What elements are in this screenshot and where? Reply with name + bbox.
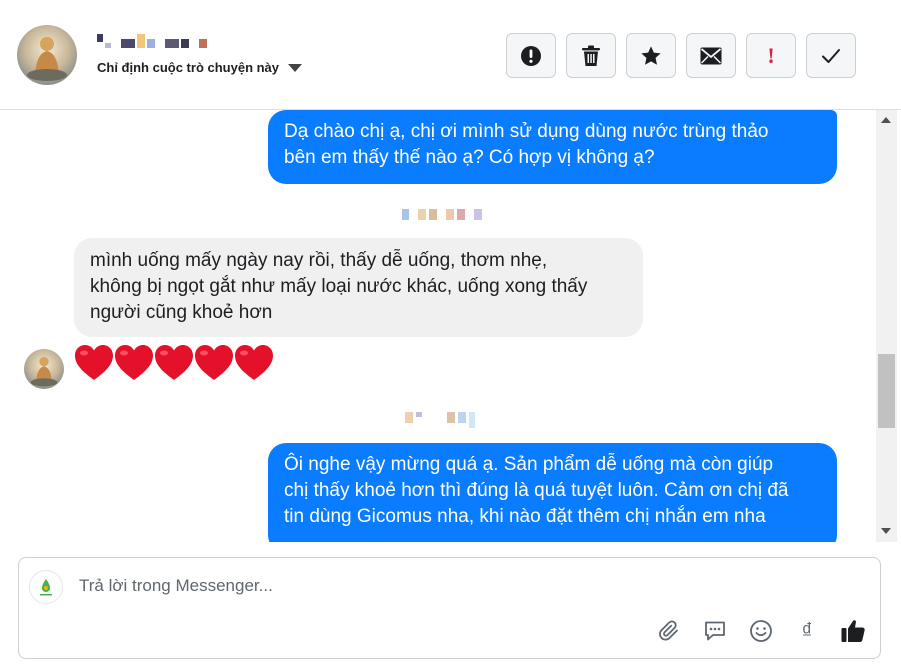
page-logo	[29, 570, 63, 604]
follow-up-button[interactable]: !	[746, 33, 796, 78]
message-line: Ôi nghe vậy mừng quá ạ. Sản phẩm dễ uống…	[284, 454, 774, 475]
scroll-down-arrow-icon[interactable]	[881, 528, 891, 534]
message-line: chị thấy khoẻ hơn thì đúng là quá tuyệt …	[284, 480, 789, 501]
timestamp-blurred	[405, 412, 475, 428]
mark-unread-button[interactable]	[686, 33, 736, 78]
leaf-drop-icon	[40, 579, 52, 596]
paperclip-icon	[659, 620, 678, 641]
outgoing-message: Ôi nghe vậy mừng quá ạ. Sản phẩm dễ uống…	[268, 443, 837, 542]
message-thread: Dạ chào chị ạ, chị ơi mình sử dụng dùng …	[0, 110, 876, 542]
emoji-button[interactable]	[748, 618, 774, 644]
message-line: Dạ chào chị ạ, chị ơi mình sử dụng dùng …	[284, 121, 769, 142]
assign-label: Chỉ định cuộc trò chuyện này	[97, 60, 280, 75]
trash-icon	[582, 45, 600, 66]
check-icon	[822, 48, 840, 63]
heart-emoji-message	[74, 344, 274, 382]
spam-button[interactable]	[506, 33, 556, 78]
exclamation-icon: !	[767, 42, 775, 68]
star-button[interactable]	[626, 33, 676, 78]
scrollbar-thumb[interactable]	[878, 354, 895, 428]
caret-down-icon	[288, 63, 303, 72]
attach-button[interactable]	[656, 618, 682, 644]
dong-icon: ₫	[801, 618, 813, 643]
exclamation-circle-icon	[521, 45, 541, 66]
star-icon	[641, 45, 661, 65]
envelope-icon	[700, 47, 722, 64]
conversation-header: Chỉ định cuộc trò chuyện này !	[0, 0, 901, 110]
heart-emoji	[235, 345, 273, 380]
chat-bubble-icon	[705, 621, 725, 641]
message-line: không bị ngọt gắt như mấy loại nước khác…	[90, 276, 588, 297]
timestamp-blurred	[402, 209, 482, 220]
heart-emoji	[115, 345, 153, 380]
contact-avatar[interactable]	[17, 25, 77, 85]
contact-avatar-small[interactable]	[24, 349, 64, 389]
message-line: người cũng khoẻ hơn	[90, 302, 273, 323]
composer-tools: ₫	[656, 618, 866, 644]
delete-button[interactable]	[566, 33, 616, 78]
heart-emoji	[195, 345, 233, 380]
scroll-up-arrow-icon[interactable]	[881, 117, 891, 123]
heart-emoji	[155, 345, 193, 380]
reply-composer: ₫	[18, 557, 881, 659]
thumbs-up-icon	[841, 620, 865, 642]
saved-replies-button[interactable]	[702, 618, 728, 644]
message-line: tin dùng Gicomus nha, khi nào đặt thêm c…	[284, 506, 766, 527]
header-actions: !	[506, 33, 856, 78]
thread-scrollbar[interactable]	[876, 110, 897, 542]
message-line: mình uống mấy ngày nay rồi, thấy dễ uống…	[90, 250, 548, 271]
message-line: bên em thấy thế nào ạ? Có hợp vị không ạ…	[284, 147, 655, 168]
done-button[interactable]	[806, 33, 856, 78]
smiley-icon	[750, 620, 772, 642]
heart-emoji	[75, 345, 113, 380]
incoming-message: mình uống mấy ngày nay rồi, thấy dễ uống…	[74, 238, 643, 337]
like-button[interactable]	[840, 618, 866, 644]
reply-input[interactable]	[79, 576, 639, 596]
assign-conversation-dropdown[interactable]: Chỉ định cuộc trò chuyện này	[97, 60, 303, 75]
contact-name-blurred	[97, 34, 207, 48]
payment-button[interactable]: ₫	[794, 618, 820, 644]
outgoing-message: Dạ chào chị ạ, chị ơi mình sử dụng dùng …	[268, 110, 837, 184]
